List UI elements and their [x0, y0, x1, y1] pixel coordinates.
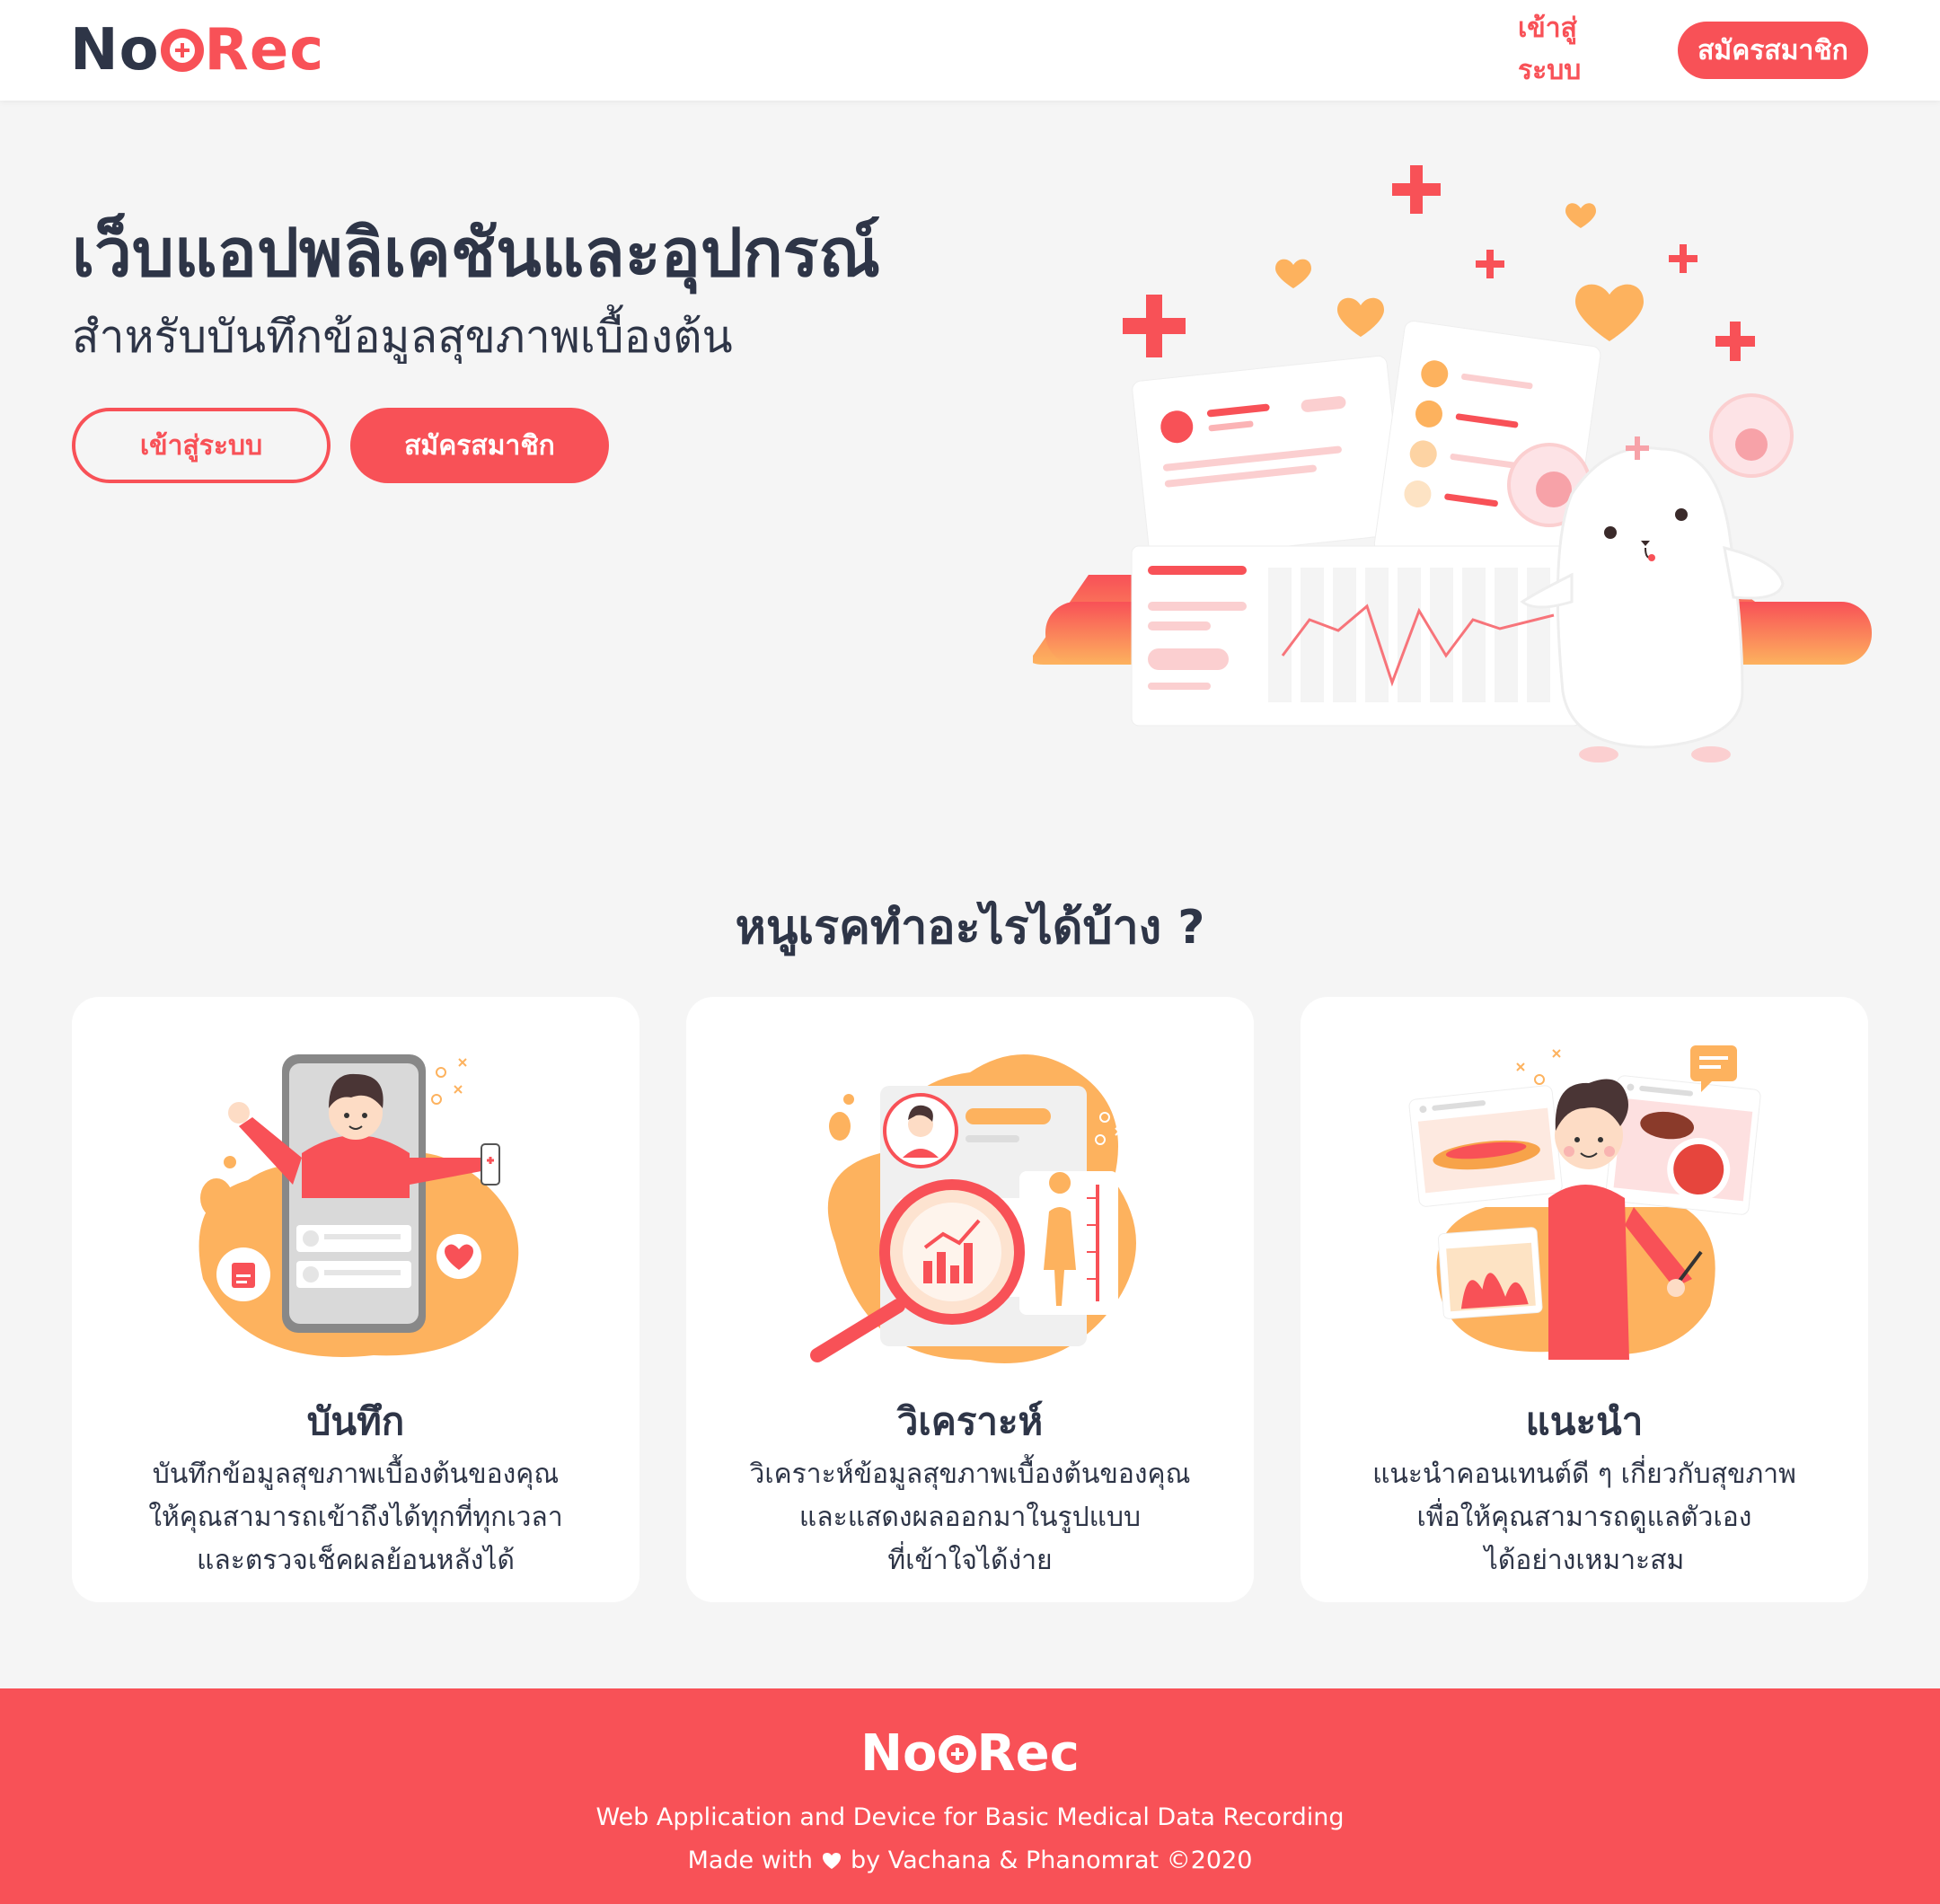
- feature-card-recommend: แนะนำ แนะนำคอนเทนต์ดี ๆ เกี่ยวกับสุขภาพ …: [1301, 997, 1868, 1602]
- feature-desc-line: วิเคราะห์ข้อมูลสุขภาพเบื้องต้นของคุณ: [749, 1459, 1191, 1490]
- feature-desc-line: ให้คุณสามารถเข้าถึงได้ทุกที่ทุกเวลา: [148, 1502, 563, 1533]
- hero-title: เว็บแอปพลิเคชันและอุปกรณ์: [72, 215, 881, 292]
- footer: No Rec Web Application and Device for Ba…: [0, 1688, 1940, 1904]
- footer-tagline: Web Application and Device for Basic Med…: [595, 1803, 1345, 1831]
- feature-desc-analyze: วิเคราะห์ข้อมูลสุขภาพเบื้องต้นของคุณ และ…: [704, 1453, 1236, 1582]
- nav-login-link[interactable]: เข้าสู่ระบบ: [1518, 13, 1638, 86]
- footer-credit: Made with by Vachana & Phanomrat ©2020: [0, 1847, 1940, 1874]
- feature-desc-line: แนะนำคอนเทนต์ดี ๆ เกี่ยวกับสุขภาพ: [1372, 1459, 1796, 1490]
- footer-credit-prefix: Made with: [687, 1847, 814, 1874]
- feature-card-analyze: วิเคราะห์ วิเคราะห์ข้อมูลสุขภาพเบื้องต้น…: [686, 997, 1254, 1602]
- feature-desc-line: เพื่อให้คุณสามารถดูแลตัวเอง: [1416, 1502, 1752, 1533]
- logo-text-prefix: No: [70, 17, 160, 84]
- feature-desc-line: ที่เข้าใจได้ง่าย: [887, 1545, 1053, 1576]
- feature-desc-line: ได้อย่างเหมาะสม: [1484, 1545, 1685, 1576]
- hero-subtitle: สำหรับบันทึกข้อมูลสุขภาพเบื้องต้น: [72, 311, 733, 363]
- features-section-title: หนูเรคทำอะไรได้บ้าง ?: [735, 901, 1205, 955]
- phone-record-illustration: [198, 1054, 519, 1357]
- feature-title-record: บันทึก: [306, 1399, 405, 1443]
- logo-plus-icon: [160, 29, 204, 72]
- logo-text-suffix: Rec: [204, 17, 325, 84]
- heart-icon: [1275, 203, 1644, 341]
- feature-desc-line: บันทึกข้อมูลสุขภาพเบื้องต้นของคุณ: [152, 1459, 560, 1490]
- top-navbar: No Rec เข้าสู่ระบบ สมัครสมาชิก: [0, 0, 1940, 101]
- feature-desc-line: และตรวจเช็คผลย้อนหลังได้: [197, 1545, 515, 1576]
- hero-signup-button[interactable]: สมัครสมาชิก: [350, 408, 609, 483]
- footer-logo-suffix: Rec: [976, 1724, 1080, 1783]
- feature-desc-record: บันทึกข้อมูลสุขภาพเบื้องต้นของคุณ ให้คุณ…: [90, 1453, 622, 1582]
- feature-desc-line: และแสดงผลออกมาในรูปแบบ: [798, 1502, 1142, 1533]
- footer-credit-suffix: by Vachana & Phanomrat ©2020: [851, 1847, 1253, 1874]
- feature-desc-recommend: แนะนำคอนเทนต์ดี ๆ เกี่ยวกับสุขภาพ เพื่อใ…: [1318, 1453, 1850, 1582]
- feature-title-recommend: แนะนำ: [1525, 1399, 1644, 1443]
- hero-login-button[interactable]: เข้าสู่ระบบ: [72, 408, 331, 483]
- analysis-magnifier-illustration: [810, 1054, 1136, 1363]
- feature-card-record: บันทึก บันทึกข้อมูลสุขภาพเบื้องต้นของคุณ…: [72, 997, 639, 1602]
- content-recommend-illustration: [1408, 1045, 1761, 1360]
- nav-signup-button[interactable]: สมัครสมาชิก: [1678, 22, 1868, 79]
- feature-title-analyze: วิเคราะห์: [896, 1399, 1044, 1443]
- footer-logo[interactable]: No Rec: [0, 1724, 1940, 1783]
- heart-icon: [823, 1852, 842, 1869]
- brand-logo[interactable]: No Rec: [70, 16, 324, 84]
- hero-mascot-dashboard-illustration: [1033, 165, 1872, 762]
- footer-logo-prefix: No: [860, 1724, 938, 1783]
- footer-logo-plus-icon: [938, 1734, 976, 1773]
